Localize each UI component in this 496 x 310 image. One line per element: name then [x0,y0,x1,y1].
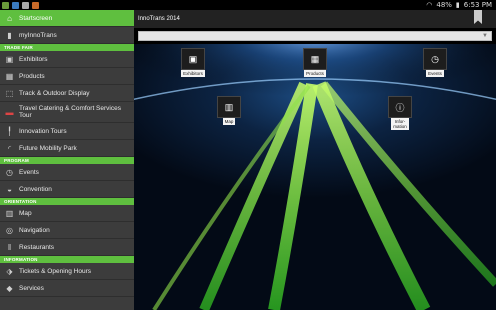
sidebar-item-exhibitors[interactable]: ▣ Exhibitors [0,51,134,68]
sidebar-item-events[interactable]: ◷ Events [0,164,134,181]
sidebar-item-products[interactable]: ▦ Products [0,68,134,85]
tile-map[interactable]: ▥ Map [217,96,241,125]
sidebar-item-travel-catering[interactable]: ▬ Travel Catering & Comfort Services Tou… [0,102,134,123]
wifi-icon: ◠ [426,1,433,9]
sidebar-item-myinnotrans[interactable]: ▮ myInnoTrans [0,27,134,44]
sidebar-item-tickets[interactable]: ⬗ Tickets & Opening Hours [0,263,134,280]
products-icon: ▦ [5,71,14,81]
top-bar: InnoTrans 2014 [134,10,496,28]
filter-icon[interactable]: ▼ [482,33,488,39]
sidebar-item-track-outdoor[interactable]: ⬚ Track & Outdoor Display [0,85,134,102]
tile-events[interactable]: ◷ Events [423,48,447,77]
exhibitors-icon: ▣ [5,54,14,64]
sync-icon [12,1,19,9]
sidebar-item-innovation-tours[interactable]: ╿ Innovation Tours [0,123,134,140]
map-icon: ▥ [217,96,241,118]
bookmark-icon: ▮ [7,30,12,40]
battery-icon: ▮ [455,1,460,9]
app-notification-icon [2,1,9,9]
chat-icon: ◒ [7,184,12,194]
sidebar-item-map[interactable]: ▥ Map [0,205,134,222]
tile-products[interactable]: ▦ Products [303,48,327,77]
sidebar: ⌂ Startscreen ▮ myInnoTrans TRADE FAIR ▣… [0,10,134,310]
tile-exhibitors[interactable]: ▣ Exhibitors [181,48,205,77]
arc-icon: ◜ [7,143,12,153]
section-information: INFORMATION [0,256,134,263]
compass-icon: ◎ [6,225,13,235]
bookmark-icon[interactable] [474,10,482,24]
tile-information[interactable]: ⓘ Infor- mation [388,96,412,130]
sidebar-item-restaurants[interactable]: ‖ Restaurants [0,239,134,256]
battery-percent: 48% [436,1,452,9]
pin-icon: ╿ [7,126,12,136]
search-input[interactable]: ▼ [138,31,492,41]
status-bar: ◠ 48% ▮ 6:53 PM [0,0,496,10]
download-icon [22,1,29,9]
background-image: ▣ Exhibitors ▦ Products ◷ Events ▥ Map ⓘ… [134,44,496,310]
info-icon: ⓘ [388,96,412,118]
sidebar-item-future-mobility[interactable]: ◜ Future Mobility Park [0,140,134,157]
section-program: PROGRAM [0,157,134,164]
exhibitors-icon: ▣ [181,48,205,70]
earth-light-streaks [134,44,496,310]
ticket-icon: ⬗ [6,266,13,276]
notification-icon [32,1,39,9]
sidebar-item-convention[interactable]: ◒ Convention [0,181,134,198]
sidebar-item-navigation[interactable]: ◎ Navigation [0,222,134,239]
train-icon: ⬚ [5,88,14,98]
section-orientation: ORIENTATION [0,198,134,205]
map-icon: ▥ [5,208,14,218]
products-icon: ▦ [303,48,327,70]
page-title: InnoTrans 2014 [138,16,180,22]
handshake-icon: ◆ [6,283,13,293]
tray-icon: ▬ [5,107,14,117]
clock: 6:53 PM [463,1,492,9]
clock-icon: ◷ [6,167,13,177]
sidebar-item-startscreen[interactable]: ⌂ Startscreen [0,10,134,27]
sidebar-item-services[interactable]: ◆ Services [0,280,134,297]
home-icon: ⌂ [7,13,12,23]
cutlery-icon: ‖ [7,242,12,252]
section-trade-fair: TRADE FAIR [0,44,134,51]
clock-icon: ◷ [423,48,447,70]
main-area: InnoTrans 2014 ▼ ▣ Exhibitors ▦ Products… [134,10,496,310]
